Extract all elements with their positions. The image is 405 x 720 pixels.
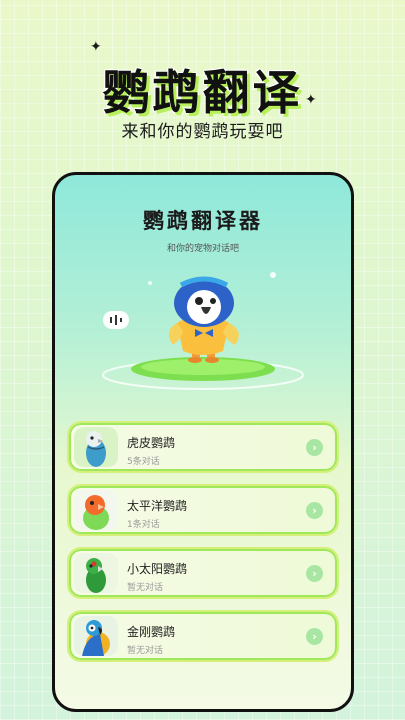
list-item-budgie[interactable]: 虎皮鹦鹉 5条对话 › bbox=[67, 421, 339, 473]
macaw-photo bbox=[74, 616, 118, 656]
phone-frame: 鹦鹉翻译器 和你的宠物对话吧 虎皮鹦鹉 5条对话 › 太平洋鹦鹉 1条对话 › … bbox=[52, 172, 354, 712]
card-title: 鹦鹉翻译器 bbox=[143, 209, 263, 233]
chevron-right-icon[interactable]: › bbox=[306, 628, 323, 645]
mascot-svg bbox=[102, 272, 304, 390]
list-item-count: 暂无对话 bbox=[127, 583, 164, 593]
lovebird-photo bbox=[74, 490, 118, 530]
list-item-title: 虎皮鹦鹉 bbox=[127, 436, 176, 450]
list-item-title: 小太阳鹦鹉 bbox=[127, 562, 188, 576]
list-item-title: 金刚鹦鹉 bbox=[127, 625, 176, 639]
chevron-right-icon[interactable]: › bbox=[306, 565, 323, 582]
list-item-lovebird[interactable]: 太平洋鹦鹉 1条对话 › bbox=[67, 484, 339, 536]
hero-title: 鹦鹉翻译 bbox=[102, 66, 303, 121]
conure-photo bbox=[74, 553, 118, 593]
budgie-photo bbox=[74, 427, 118, 467]
list-item-count: 暂无对话 bbox=[127, 646, 164, 656]
chevron-right-icon[interactable]: › bbox=[306, 502, 323, 519]
card-subtitle: 和你的宠物对话吧 bbox=[166, 244, 239, 254]
parrot-mascot-illustration bbox=[55, 265, 351, 395]
list-item-sun-conure[interactable]: 小太阳鹦鹉 暂无对话 › bbox=[67, 547, 339, 599]
list-item-count: 5条对话 bbox=[127, 457, 160, 467]
list-item-title: 太平洋鹦鹉 bbox=[127, 499, 188, 513]
list-item-count: 1条对话 bbox=[127, 520, 160, 530]
sparkle-icon: ✦ bbox=[90, 39, 102, 55]
hero-subtitle: 来和你的鹦鹉玩耍吧 bbox=[121, 122, 284, 142]
list-item-macaw[interactable]: 金刚鹦鹉 暂无对话 › bbox=[67, 610, 339, 662]
chevron-right-icon[interactable]: › bbox=[306, 439, 323, 456]
